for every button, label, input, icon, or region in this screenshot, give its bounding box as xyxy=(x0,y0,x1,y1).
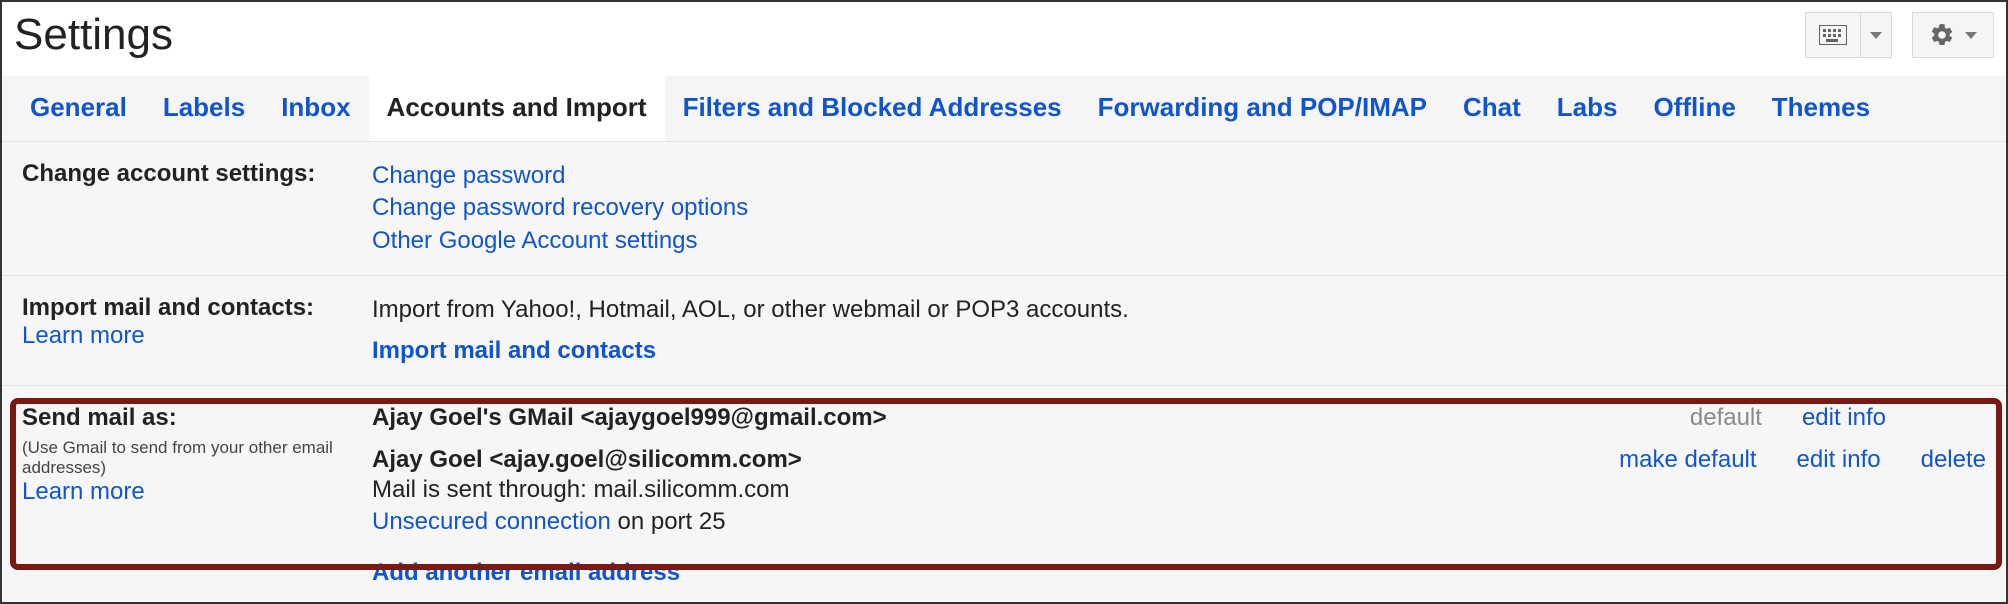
edit-info-link[interactable]: edit info xyxy=(1802,404,1886,432)
send-as-account-display: Ajay Goel <ajay.goel@silicomm.com> xyxy=(372,446,802,474)
make-default-link[interactable]: make default xyxy=(1619,446,1756,474)
tab-chat[interactable]: Chat xyxy=(1445,76,1539,141)
sent-through-text: Mail is sent through: mail.silicomm.com xyxy=(372,474,802,506)
send-as-account-display: Ajay Goel's GMail <ajaygoel999@gmail.com… xyxy=(372,404,887,432)
default-indicator: default xyxy=(1690,404,1762,432)
edit-info-link[interactable]: edit info xyxy=(1797,446,1881,474)
send-as-row: Ajay Goel's GMail <ajaygoel999@gmail.com… xyxy=(372,404,1986,432)
tab-forwarding-and-pop-imap[interactable]: Forwarding and POP/IMAP xyxy=(1080,76,1445,141)
tab-themes[interactable]: Themes xyxy=(1754,76,1888,141)
section-change-account-settings: Change account settings: Change password… xyxy=(2,142,2006,276)
chevron-down-icon xyxy=(1965,32,1977,39)
import-mail-action-link[interactable]: Import mail and contacts xyxy=(372,337,656,364)
header-toolbar xyxy=(1805,12,1994,58)
settings-gear-button[interactable] xyxy=(1912,12,1994,58)
settings-page: Settings GeneralLabelsInboxAccounts and … xyxy=(0,0,2008,604)
send-as-learn-more-link[interactable]: Learn more xyxy=(22,478,145,505)
change-recovery-link[interactable]: Change password recovery options xyxy=(372,194,748,221)
chevron-down-icon xyxy=(1870,32,1882,39)
tab-labs[interactable]: Labs xyxy=(1539,76,1636,141)
input-tools-button[interactable] xyxy=(1805,12,1892,58)
send-mail-as-label: Send mail as: xyxy=(22,404,372,432)
unsecured-connection-link[interactable]: Unsecured connection xyxy=(372,508,611,535)
gear-icon xyxy=(1929,22,1955,48)
tab-inbox[interactable]: Inbox xyxy=(263,76,368,141)
send-as-row: Ajay Goel <ajay.goel@silicomm.com> Mail … xyxy=(372,446,1986,539)
section-import-mail: Import mail and contacts: Learn more Imp… xyxy=(2,276,2006,386)
tab-labels[interactable]: Labels xyxy=(145,76,263,141)
other-google-settings-link[interactable]: Other Google Account settings xyxy=(372,227,698,254)
add-another-email-link[interactable]: Add another email address xyxy=(372,559,680,586)
import-description: Import from Yahoo!, Hotmail, AOL, or oth… xyxy=(372,294,1986,326)
import-mail-label: Import mail and contacts: xyxy=(22,294,372,322)
page-title: Settings xyxy=(14,10,173,60)
header-bar: Settings xyxy=(2,2,2006,76)
keyboard-icon xyxy=(1806,13,1861,57)
change-password-link[interactable]: Change password xyxy=(372,162,565,189)
tab-filters-and-blocked-addresses[interactable]: Filters and Blocked Addresses xyxy=(665,76,1080,141)
tab-offline[interactable]: Offline xyxy=(1635,76,1753,141)
import-learn-more-link[interactable]: Learn more xyxy=(22,322,145,349)
send-mail-as-sub: (Use Gmail to send from your other email… xyxy=(22,438,372,478)
input-tools-dropdown[interactable] xyxy=(1861,13,1891,57)
change-account-label: Change account settings: xyxy=(22,160,372,188)
tab-general[interactable]: General xyxy=(12,76,145,141)
tab-accounts-and-import[interactable]: Accounts and Import xyxy=(369,76,665,141)
section-send-mail-as: Send mail as: (Use Gmail to send from yo… xyxy=(2,386,2006,604)
delete-link[interactable]: delete xyxy=(1921,446,1986,474)
connection-info: Unsecured connection on port 25 xyxy=(372,506,802,538)
settings-tabs: GeneralLabelsInboxAccounts and ImportFil… xyxy=(2,76,2006,142)
